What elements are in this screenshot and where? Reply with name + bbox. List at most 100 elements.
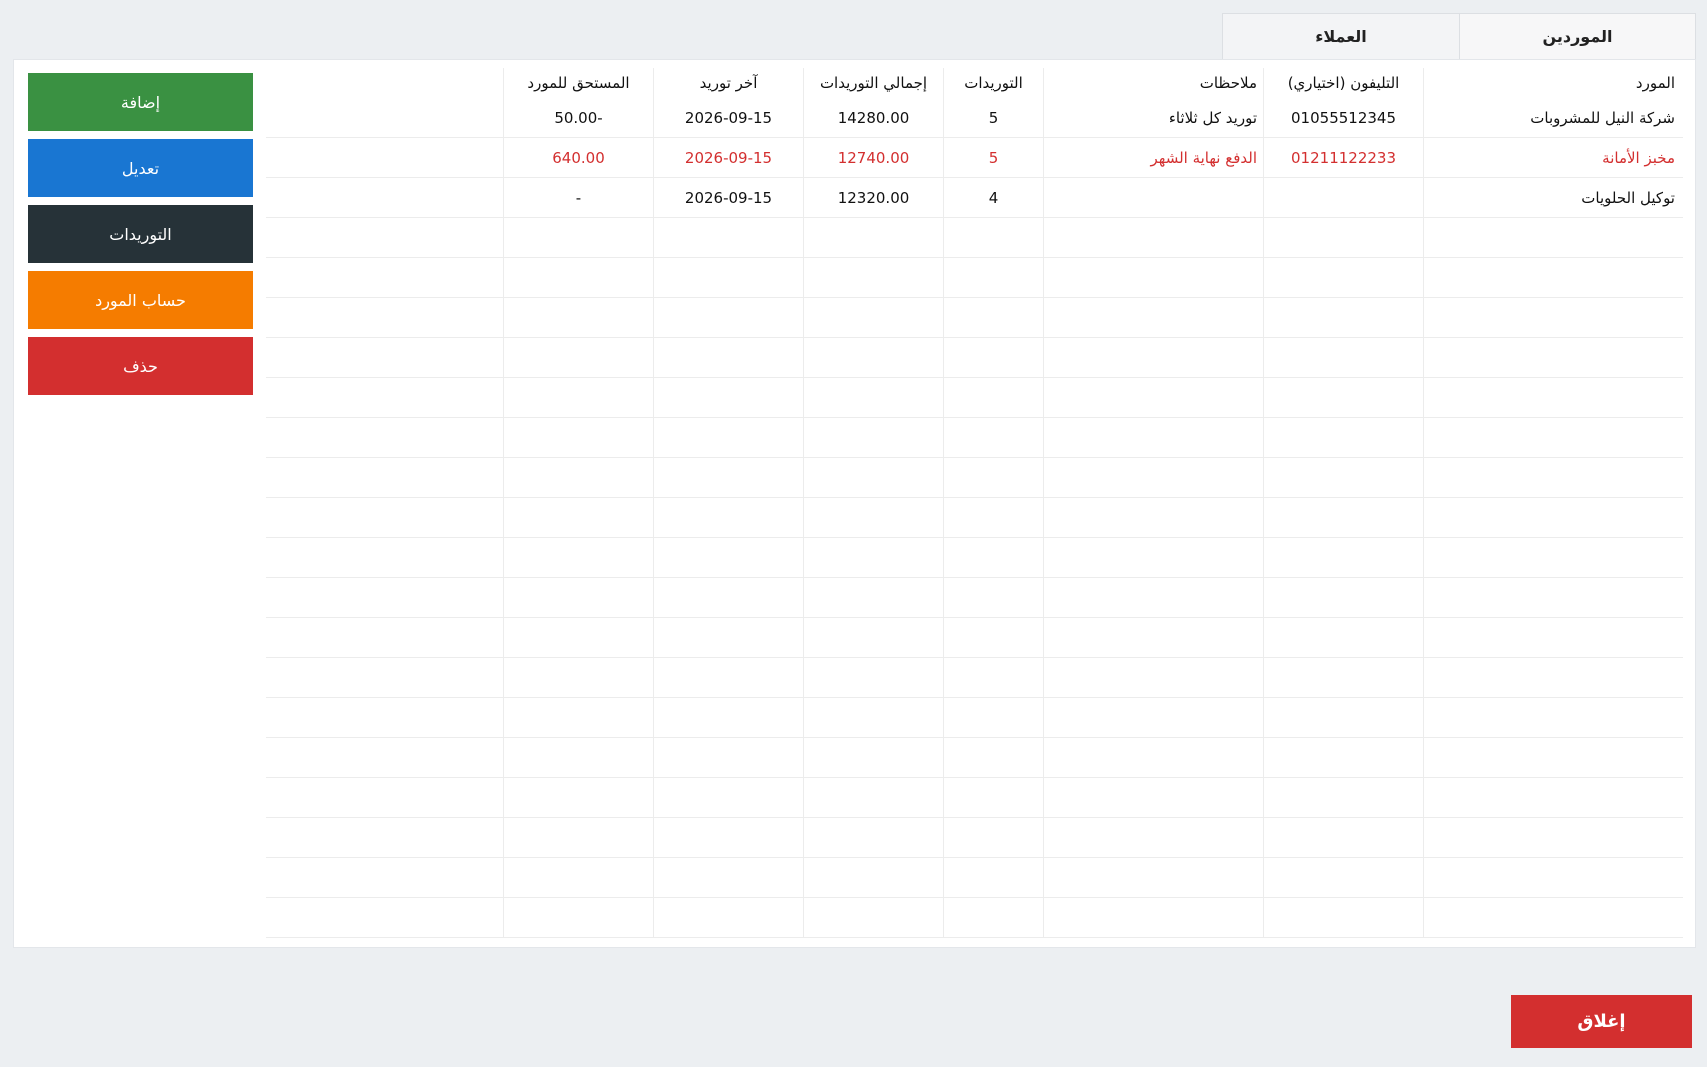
tab-customers[interactable]: العملاء — [1222, 13, 1459, 59]
phone-cell — [1263, 258, 1423, 297]
table-row[interactable] — [266, 898, 1683, 938]
supplies-total-cell: 12320.00 — [803, 178, 943, 217]
table-row[interactable]: شركة النيل للمشروبات 01055512345 توريد كل … — [266, 98, 1683, 138]
supplies-count-cell — [943, 498, 1043, 537]
supplies-count-cell — [943, 298, 1043, 337]
supplier-name-cell — [1423, 218, 1683, 257]
phone-cell — [1263, 898, 1423, 937]
table-row[interactable] — [266, 538, 1683, 578]
supplies-count-cell — [943, 538, 1043, 577]
table-row[interactable] — [266, 738, 1683, 778]
phone-cell — [1263, 498, 1423, 537]
table-row[interactable]: توكيل الحلويات 4 12320.00 2026-09-15- — [266, 178, 1683, 218]
supplies-total-cell — [803, 578, 943, 617]
table-row[interactable] — [266, 618, 1683, 658]
table-row[interactable] — [266, 858, 1683, 898]
notes-cell — [1043, 298, 1263, 337]
phone-cell — [1263, 578, 1423, 617]
column-header-supplies-count[interactable]: التوريدات — [943, 68, 1043, 98]
row-filler-cell — [266, 778, 503, 817]
supplies-count-cell — [943, 818, 1043, 857]
row-filler-cell — [266, 658, 503, 697]
due-cell — [503, 418, 653, 457]
table-row[interactable] — [266, 338, 1683, 378]
table-row[interactable] — [266, 498, 1683, 538]
table-row[interactable] — [266, 818, 1683, 858]
notes-cell — [1043, 458, 1263, 497]
notes-cell: توريد كل ثلاثاء — [1043, 98, 1263, 137]
column-header-supplier[interactable]: المورد — [1423, 68, 1683, 98]
supplier-name-cell — [1423, 338, 1683, 377]
supplier-name-cell — [1423, 658, 1683, 697]
row-filler-cell — [266, 538, 503, 577]
supplier-name-cell — [1423, 498, 1683, 537]
table-row[interactable] — [266, 658, 1683, 698]
last-supply-cell — [653, 898, 803, 937]
column-header-last-supply[interactable]: آخر توريد — [653, 68, 803, 98]
supplier-name-cell — [1423, 738, 1683, 777]
last-supply-cell — [653, 378, 803, 417]
supplies-count-cell — [943, 458, 1043, 497]
row-filler-cell — [266, 458, 503, 497]
delete-button[interactable]: حذف — [28, 337, 253, 395]
last-supply-cell — [653, 858, 803, 897]
phone-cell — [1263, 698, 1423, 737]
column-header-phone[interactable]: التليفون (اختياري) — [1263, 68, 1423, 98]
supplier-name-cell — [1423, 538, 1683, 577]
column-header-due-to-supplier[interactable]: المستحق للمورد — [503, 68, 653, 98]
supplies-count-cell — [943, 378, 1043, 417]
supplies-total-cell — [803, 538, 943, 577]
last-supply-cell — [653, 538, 803, 577]
phone-cell — [1263, 778, 1423, 817]
supplies-total-cell — [803, 378, 943, 417]
notes-cell — [1043, 538, 1263, 577]
table-row[interactable] — [266, 218, 1683, 258]
phone-cell — [1263, 418, 1423, 457]
column-header-supplies-total[interactable]: إجمالي التوريدات — [803, 68, 943, 98]
edit-button[interactable]: تعديل — [28, 139, 253, 197]
table-row[interactable] — [266, 458, 1683, 498]
table-row[interactable] — [266, 578, 1683, 618]
supplies-button[interactable]: التوريدات — [28, 205, 253, 263]
supplies-total-cell: 12740.00 — [803, 138, 943, 177]
due-cell — [503, 218, 653, 257]
row-filler-cell — [266, 738, 503, 777]
last-supply-cell: 2026-09-15 — [653, 178, 803, 217]
supplies-total-cell — [803, 618, 943, 657]
phone-cell — [1263, 618, 1423, 657]
supplies-total-cell — [803, 338, 943, 377]
phone-cell — [1263, 658, 1423, 697]
supplies-count-cell: 5 — [943, 98, 1043, 137]
supplies-count-cell: 4 — [943, 178, 1043, 217]
due-cell — [503, 738, 653, 777]
due-cell — [503, 658, 653, 697]
row-filler-cell — [266, 618, 503, 657]
due-cell — [503, 498, 653, 537]
supplies-count-cell — [943, 618, 1043, 657]
close-button[interactable]: إغلاق — [1511, 995, 1692, 1048]
table-row[interactable] — [266, 418, 1683, 458]
supplier-name-cell — [1423, 378, 1683, 417]
table-row[interactable] — [266, 298, 1683, 338]
notes-cell — [1043, 338, 1263, 377]
table-row[interactable] — [266, 258, 1683, 298]
table-row[interactable]: مخبز الأمانة 01211122233 الدفع نهاية الشهر… — [266, 138, 1683, 178]
supplier-account-button[interactable]: حساب المورد — [28, 271, 253, 329]
supplies-count-cell — [943, 338, 1043, 377]
supplies-count-cell — [943, 898, 1043, 937]
due-cell — [503, 378, 653, 417]
last-supply-cell — [653, 578, 803, 617]
due-cell — [503, 258, 653, 297]
table-row[interactable] — [266, 778, 1683, 818]
supplies-total-cell — [803, 898, 943, 937]
column-header-notes[interactable]: ملاحظات — [1043, 68, 1263, 98]
table-row[interactable] — [266, 378, 1683, 418]
due-cell — [503, 458, 653, 497]
tab-suppliers[interactable]: الموردين — [1459, 13, 1696, 59]
supplier-name-cell — [1423, 898, 1683, 937]
add-button[interactable]: إضافة — [28, 73, 253, 131]
phone-cell — [1263, 538, 1423, 577]
row-filler-cell — [266, 858, 503, 897]
table-row[interactable] — [266, 698, 1683, 738]
last-supply-cell — [653, 298, 803, 337]
